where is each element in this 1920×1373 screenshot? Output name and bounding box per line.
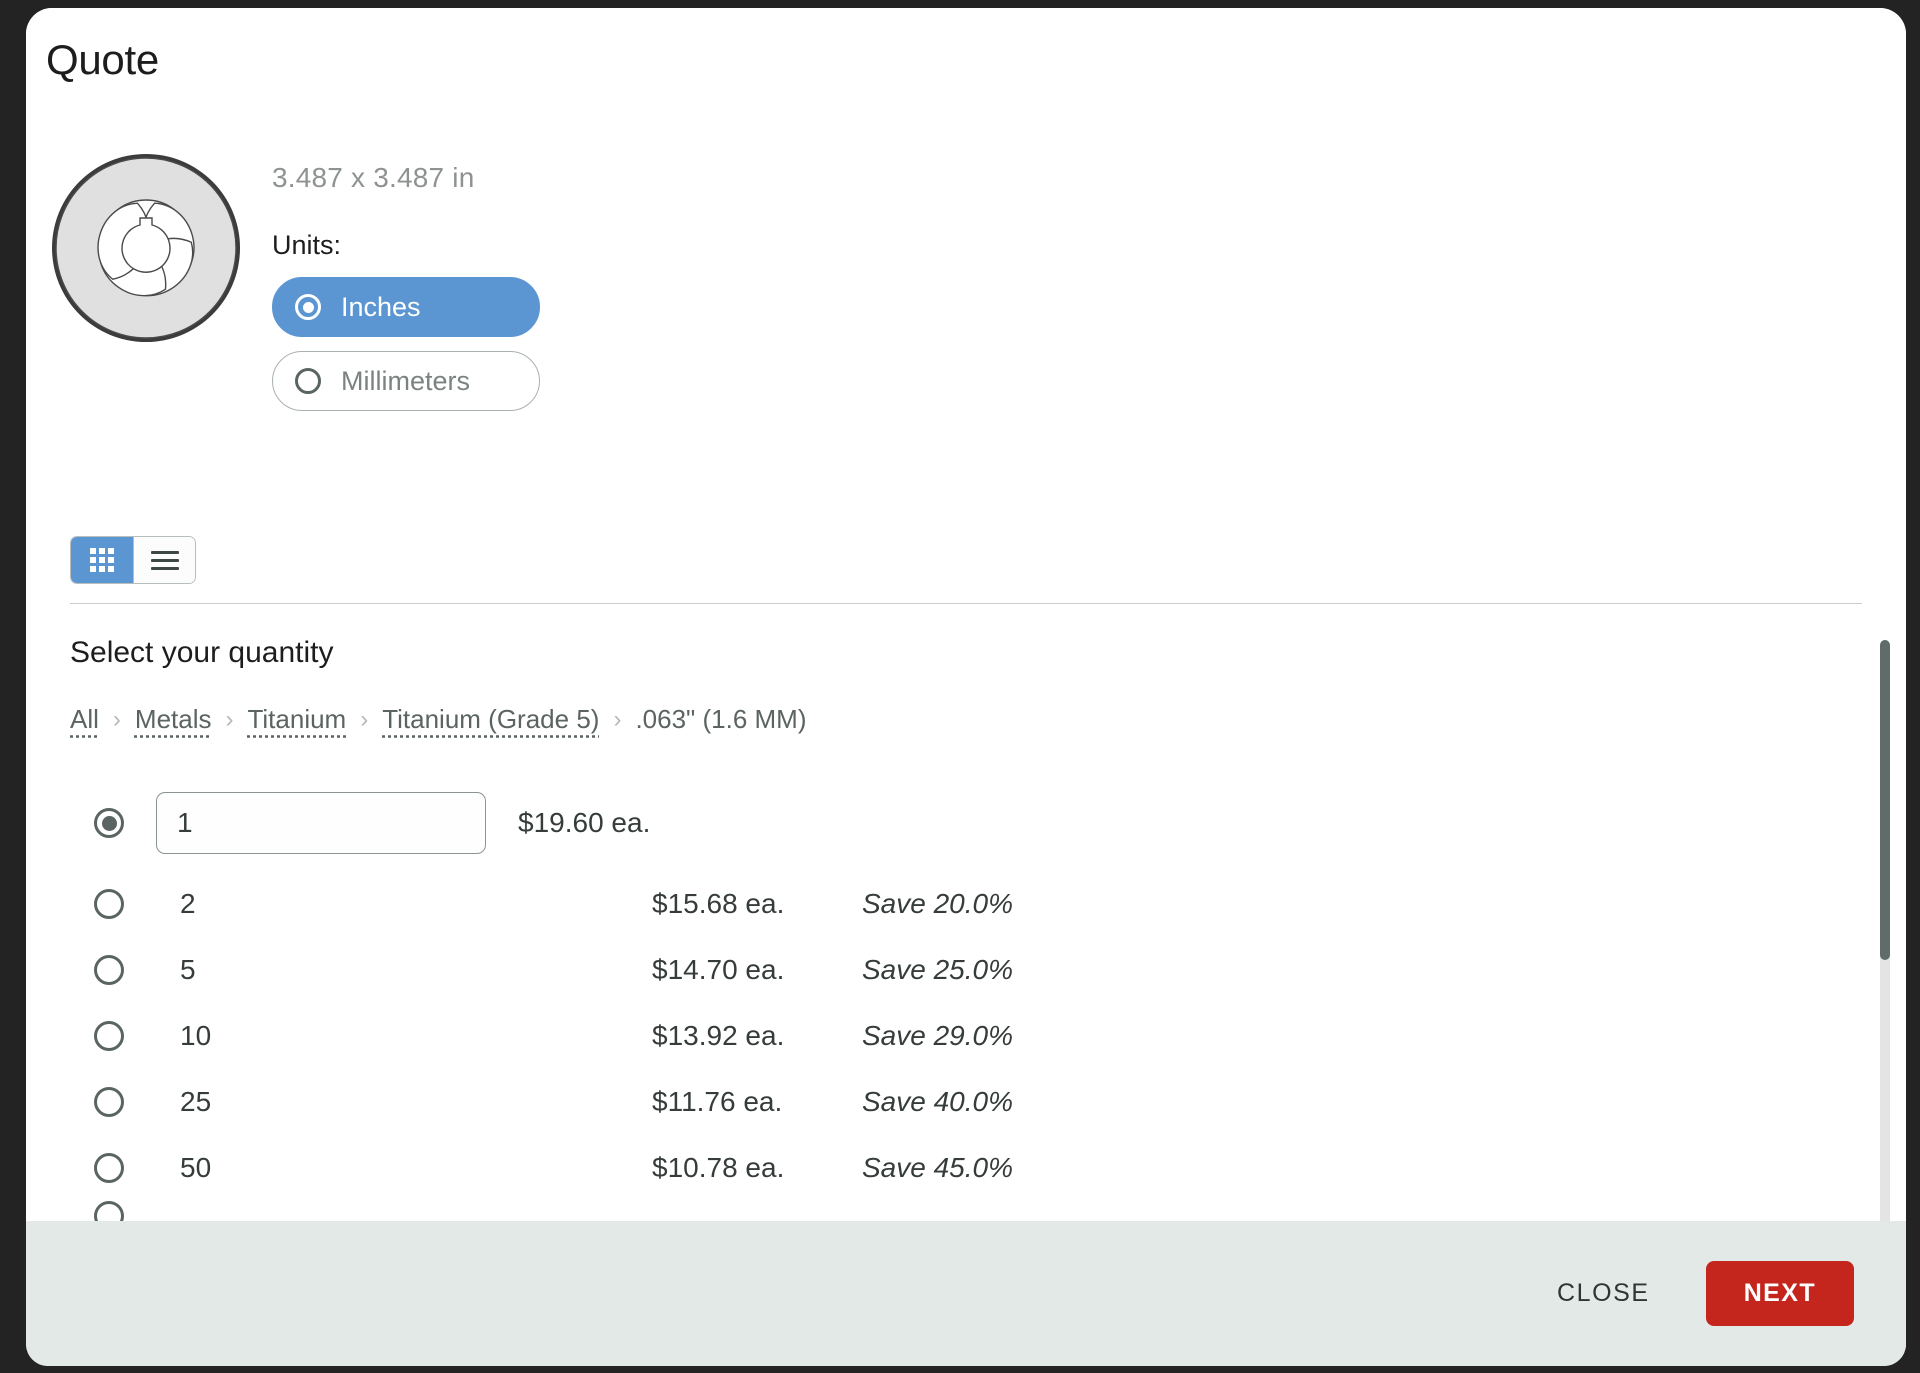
quantity-row-50[interactable]: 50 $10.78 ea. Save 45.0% — [70, 1135, 1884, 1201]
modal-footer: CLOSE NEXT — [26, 1221, 1906, 1366]
radio-unselected-icon[interactable] — [94, 1201, 124, 1221]
radio-selected-icon — [295, 294, 321, 320]
unit-option-label: Inches — [341, 291, 421, 322]
quantity-amount: 25 — [180, 1086, 212, 1117]
chevron-right-icon: › — [112, 705, 121, 733]
unit-option-millimeters[interactable]: Millimeters — [272, 351, 540, 411]
unit-price: $14.70 ea. — [652, 954, 785, 985]
breadcrumb-item-titanium[interactable]: Titanium — [247, 704, 346, 735]
savings-label: Save 40.0% — [862, 1086, 1013, 1117]
unit-option-inches[interactable]: Inches — [272, 277, 540, 337]
view-toggle[interactable] — [70, 536, 196, 584]
radio-unselected-icon[interactable] — [94, 1153, 124, 1183]
savings-label: Save 20.0% — [862, 888, 1013, 919]
quantity-amount: 5 — [180, 954, 196, 985]
unit-price: $11.76 ea. — [652, 1086, 783, 1117]
quantity-row-1[interactable]: $19.60 ea. — [70, 775, 1884, 871]
close-button[interactable]: CLOSE — [1531, 1265, 1676, 1322]
scrollbar-thumb[interactable] — [1880, 640, 1890, 960]
part-dimensions: 3.487 x 3.487 in — [272, 162, 475, 193]
breadcrumb: All › Metals › Titanium › Titanium (Grad… — [70, 704, 1884, 735]
next-button[interactable]: NEXT — [1705, 1261, 1854, 1326]
modal-body: Quote 3.487 x 3.487 in Units: Inches Mil… — [26, 8, 1906, 1221]
radio-unselected-icon[interactable] — [94, 1087, 124, 1117]
list-icon-glyph — [150, 546, 179, 575]
quantity-row-next-clipped[interactable] — [70, 1201, 1884, 1221]
grid-icon-glyph — [90, 548, 114, 572]
quantity-section: Select your quantity All › Metals › Tita… — [70, 636, 1884, 1221]
radio-selected-icon[interactable] — [94, 808, 124, 838]
grid-view-icon[interactable] — [71, 537, 133, 583]
radio-unselected-icon[interactable] — [94, 1021, 124, 1051]
unit-price: $19.60 ea. — [518, 807, 651, 838]
units-label: Units: — [272, 230, 342, 260]
unit-price: $15.68 ea. — [652, 888, 785, 919]
breadcrumb-item-metals[interactable]: Metals — [135, 704, 212, 735]
savings-label: Save 25.0% — [862, 954, 1013, 985]
list-view-icon[interactable] — [133, 537, 195, 583]
gear-sprocket-icon — [46, 148, 246, 348]
radio-unselected-icon — [295, 368, 321, 394]
unit-price: $13.92 ea. — [652, 1020, 785, 1051]
quantity-row-25[interactable]: 25 $11.76 ea. Save 40.0% — [70, 1069, 1884, 1135]
radio-unselected-icon[interactable] — [94, 955, 124, 985]
app-background: Quote 3.487 x 3.487 in Units: Inches Mil… — [0, 0, 1920, 1373]
part-summary: 3.487 x 3.487 in Units: Inches Millimete… — [46, 148, 540, 425]
savings-label: Save 45.0% — [862, 1152, 1013, 1183]
quantity-row-2[interactable]: 2 $15.68 ea. Save 20.0% — [70, 871, 1884, 937]
page-title: Quote — [46, 36, 159, 83]
radio-unselected-icon[interactable] — [94, 889, 124, 919]
quantity-input[interactable] — [156, 792, 486, 854]
quantity-rows: $19.60 ea. 2 $15.68 ea. Save 20.0% 5 $14… — [70, 775, 1884, 1221]
breadcrumb-item-titanium-grade-5[interactable]: Titanium (Grade 5) — [382, 704, 599, 735]
quote-modal: Quote 3.487 x 3.487 in Units: Inches Mil… — [26, 8, 1906, 1366]
breadcrumb-item-thickness: .063" (1.6 MM) — [635, 704, 807, 734]
breadcrumb-item-all[interactable]: All — [70, 704, 99, 735]
section-divider — [70, 603, 1862, 604]
quantity-row-10[interactable]: 10 $13.92 ea. Save 29.0% — [70, 1003, 1884, 1069]
chevron-right-icon: › — [225, 705, 234, 733]
quantity-amount: 50 — [180, 1152, 212, 1183]
quantity-amount: 10 — [180, 1020, 212, 1051]
unit-option-label: Millimeters — [341, 365, 471, 396]
unit-price: $10.78 ea. — [652, 1152, 785, 1183]
quantity-row-5[interactable]: 5 $14.70 ea. Save 25.0% — [70, 937, 1884, 1003]
quantity-scrollbar[interactable] — [1880, 640, 1890, 1221]
chevron-right-icon: › — [613, 705, 622, 733]
quantity-amount: 2 — [180, 888, 196, 919]
quantity-heading: Select your quantity — [70, 636, 334, 669]
chevron-right-icon: › — [360, 705, 369, 733]
part-meta: 3.487 x 3.487 in Units: Inches Millimete… — [272, 148, 540, 425]
savings-label: Save 29.0% — [862, 1020, 1013, 1051]
